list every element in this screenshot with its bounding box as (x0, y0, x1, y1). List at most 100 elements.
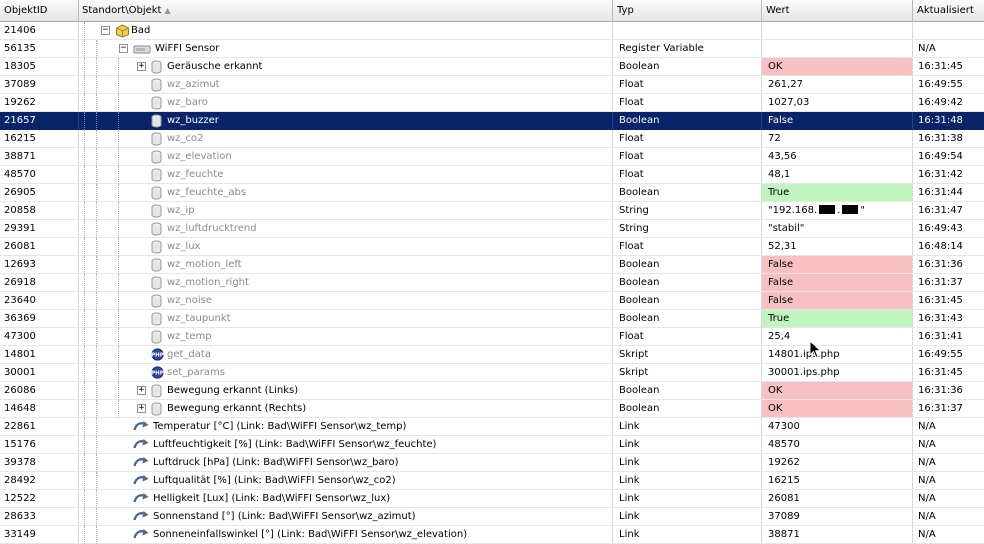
tree-rows: 21406− Bad 56135− WiFFI Sensor Register Vari… (0, 22, 984, 544)
variable-icon (151, 60, 162, 75)
object-name-cell: wz_lux (79, 238, 612, 255)
column-header-updated[interactable]: Aktualisiert (913, 0, 984, 22)
object-id-cell: 26918 (4, 277, 36, 288)
object-name-cell: − WiFFI Sensor (79, 40, 612, 57)
object-value-cell: 43,56 (768, 151, 797, 162)
link-icon (133, 456, 150, 471)
object-name-label: wz_temp (167, 331, 212, 342)
column-header-object[interactable]: Standort\Objekt ▲ (79, 0, 613, 22)
object-name-cell: wz_motion_right (79, 274, 612, 291)
tree-row[interactable]: 36369 wz_taupunkt Boolean True 16:31:43 (0, 310, 984, 328)
object-id-cell: 26905 (4, 187, 36, 198)
object-name-cell: wz_elevation (79, 148, 612, 165)
variable-icon (151, 168, 162, 183)
column-header-type[interactable]: Typ (613, 0, 762, 22)
object-updated-cell: N/A (918, 529, 936, 540)
tree-row[interactable]: 21406 − Bad (0, 22, 984, 40)
object-updated-cell: 16:31:41 (918, 331, 963, 342)
object-type-cell: Float (619, 241, 644, 252)
object-value-cell: False (768, 115, 794, 126)
object-tree-grid[interactable]: ObjektID Standort\Objekt ▲ Typ Wert Aktua… (0, 0, 984, 544)
column-header-id[interactable]: ObjektID (0, 0, 79, 22)
object-name-cell: + Bewegung erkannt (Rechts) (79, 400, 612, 417)
object-name-label: Luftqualität [%] (Link: Bad\WiFFI Sensor… (153, 475, 396, 486)
object-type-cell: Boolean (619, 403, 660, 414)
object-name-label: Luftdruck [hPa] (Link: Bad\WiFFI Sensor\… (153, 457, 399, 468)
script-icon: PHP (151, 366, 164, 381)
object-name-cell: wz_buzzer (79, 112, 612, 129)
object-updated-cell: 16:31:38 (918, 133, 963, 144)
expand-icon[interactable]: + (137, 404, 146, 413)
object-type-cell: Float (619, 331, 644, 342)
object-name-cell: Sonnenstand [°] (Link: Bad\WiFFI Sensor\… (79, 508, 612, 525)
tree-row[interactable]: 16215 wz_co2 Float 72 16:31:38 (0, 130, 984, 148)
object-name-cell: Luftqualität [%] (Link: Bad\WiFFI Sensor… (79, 472, 612, 489)
object-updated-cell (913, 22, 984, 39)
object-type-cell: Skript (619, 367, 649, 378)
object-value-cell: True (762, 184, 912, 201)
tree-row[interactable]: 20858 wz_ip String "192.168.. " 16:31:47 (0, 202, 984, 220)
tree-row[interactable]: 14801 PHP get_data Skript 14801.ips.php 16:49… (0, 346, 984, 364)
object-name-cell: Temperatur [°C] (Link: Bad\WiFFI Sensor\… (79, 418, 612, 435)
tree-row[interactable]: 26081 wz_lux Float 52,31 16:48:14 (0, 238, 984, 256)
tree-row[interactable]: 26086 + Bewegung erkannt (Links) Boolean OK 1… (0, 382, 984, 400)
object-updated-cell: 16:31:45 (918, 61, 963, 72)
object-id-cell: 26086 (4, 385, 36, 396)
tree-row[interactable]: 18305 + Geräusche erkannt Boolean OK 16:31:45 (0, 58, 984, 76)
tree-row[interactable]: 21657 wz_buzzer Boolean False 16:31:48 (0, 112, 984, 130)
object-name-label: wz_baro (167, 97, 208, 108)
ip-value-suffix: " (860, 205, 865, 216)
tree-row[interactable]: 39378 Luftdruck [hPa] (Link: Bad\WiFFI Se… (0, 454, 984, 472)
object-type-cell: Link (619, 511, 640, 522)
tree-row[interactable]: 22861 Temperatur [°C] (Link: Bad\WiFFI Se… (0, 418, 984, 436)
expand-icon[interactable]: + (137, 386, 146, 395)
object-id-cell: 21657 (4, 115, 36, 126)
variable-icon (151, 78, 162, 93)
object-id-cell: 48570 (4, 169, 36, 180)
object-name-cell: wz_ip (79, 202, 612, 219)
tree-row[interactable]: 28633 Sonnenstand [°] (Link: Bad\WiFFI Se… (0, 508, 984, 526)
object-value-cell: 52,31 (768, 241, 797, 252)
tree-row[interactable]: 15176 Luftfeuchtigkeit [%] (Link: Bad\WiF… (0, 436, 984, 454)
collapse-icon[interactable]: − (119, 44, 128, 53)
object-name-label: wz_taupunkt (167, 313, 231, 324)
tree-row[interactable]: 56135 − WiFFI Sensor Register Variable N/A (0, 40, 984, 58)
column-header-value[interactable]: Wert (762, 0, 913, 22)
tree-row[interactable]: 12522 Helligkeit [Lux] (Link: Bad\WiFFI S… (0, 490, 984, 508)
expand-icon[interactable]: + (137, 62, 146, 71)
tree-row[interactable]: 37089 wz_azimut Float 261,27 16:49:55 (0, 76, 984, 94)
object-name-label: wz_ip (167, 205, 195, 216)
tree-row[interactable]: 47300 wz_temp Float 25,4 16:31:41 (0, 328, 984, 346)
object-type-cell: Float (619, 97, 644, 108)
tree-row[interactable]: 48570 wz_feuchte Float 48,1 16:31:42 (0, 166, 984, 184)
object-type-cell (613, 22, 761, 39)
object-updated-cell: N/A (918, 43, 936, 54)
object-id-cell: 47300 (4, 331, 36, 342)
object-type-cell: Boolean (619, 115, 660, 126)
object-id-cell: 28492 (4, 475, 36, 486)
tree-row[interactable]: 28492 Luftqualität [%] (Link: Bad\WiFFI S… (0, 472, 984, 490)
category-icon (115, 24, 130, 39)
object-name-cell: Luftdruck [hPa] (Link: Bad\WiFFI Sensor\… (79, 454, 612, 471)
object-name-cell: wz_feuchte_abs (79, 184, 612, 201)
collapse-icon[interactable]: − (101, 26, 110, 35)
tree-row[interactable]: 33149 Sonneneinfallswinkel [°] (Link: Bad… (0, 526, 984, 544)
link-icon (133, 510, 150, 525)
tree-row[interactable]: 14648 + Bewegung erkannt (Rechts) Boolean OK… (0, 400, 984, 418)
tree-row[interactable]: 38871 wz_elevation Float 43,56 16:49:54 (0, 148, 984, 166)
tree-row[interactable]: 19262 wz_baro Float 1027,03 16:49:42 (0, 94, 984, 112)
object-updated-cell: 16:31:42 (918, 169, 963, 180)
object-value-cell: 48,1 (768, 169, 791, 180)
object-type-cell: Link (619, 457, 640, 468)
tree-row[interactable]: 12693 wz_motion_left Boolean False 16:31:36 (0, 256, 984, 274)
object-name-cell: wz_taupunkt (79, 310, 612, 327)
tree-row[interactable]: 29391 wz_luftdrucktrend String "stabil" 16:4… (0, 220, 984, 238)
object-name-cell: wz_feuchte (79, 166, 612, 183)
tree-row[interactable]: 26918 wz_motion_right Boolean False 16:31:37 (0, 274, 984, 292)
variable-icon (151, 150, 162, 165)
tree-row[interactable]: 26905 wz_feuchte_abs Boolean True 16:31:44 (0, 184, 984, 202)
tree-row[interactable]: 30001 PHP set_params Skript 30001.ips.php 16:… (0, 364, 984, 382)
tree-row[interactable]: 23640 wz_noise Boolean False 16:31:45 (0, 292, 984, 310)
object-type-cell: Boolean (619, 187, 660, 198)
script-icon: PHP (151, 348, 164, 363)
